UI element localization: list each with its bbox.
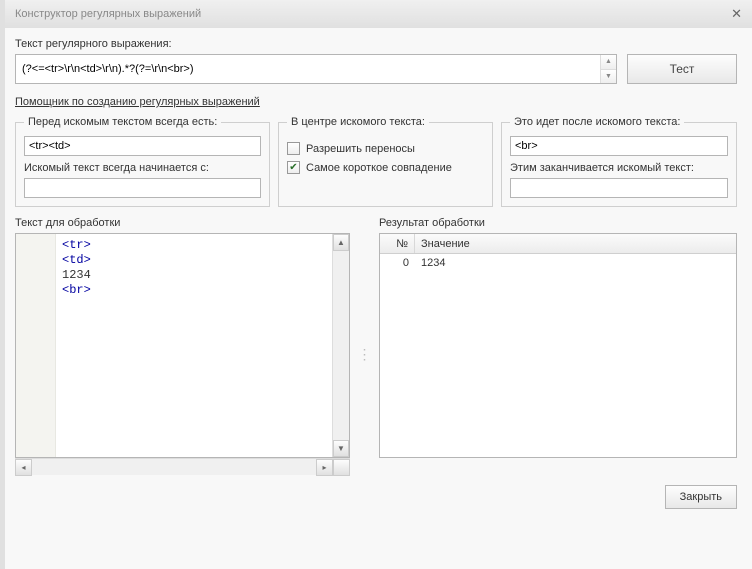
scroll-left-icon[interactable]: ◂ — [15, 459, 32, 476]
spinner-down-icon[interactable]: ▼ — [601, 70, 616, 84]
cell-number: 0 — [380, 254, 415, 272]
col-header-value[interactable]: Значение — [415, 238, 736, 250]
source-editor: <tr><td>1234<br> ▲ ▼ — [15, 233, 350, 458]
help-link[interactable]: Помощник по созданию регулярных выражени… — [15, 96, 737, 108]
center-legend: В центре искомого текста: — [287, 116, 429, 128]
source-textarea[interactable]: <tr><td>1234<br> — [56, 234, 332, 457]
result-grid: № Значение 01234 — [379, 233, 737, 458]
source-line: <tr> — [62, 238, 326, 253]
close-button[interactable]: Закрыть — [665, 485, 737, 509]
editor-gutter — [16, 234, 56, 457]
scroll-up-icon[interactable]: ▲ — [333, 234, 349, 251]
regex-input[interactable] — [16, 55, 600, 83]
after-fieldset: Это идет после искомого текста: Этим зак… — [501, 116, 737, 207]
center-fieldset: В центре искомого текста: Разрешить пере… — [278, 116, 493, 207]
starts-with-input[interactable] — [24, 178, 261, 198]
test-button[interactable]: Тест — [627, 54, 737, 84]
allow-wrap-row: Разрешить переносы — [287, 142, 484, 155]
regex-input-wrap: ▲ ▼ — [15, 54, 617, 84]
scroll-track-h[interactable] — [32, 459, 316, 475]
scroll-down-icon[interactable]: ▼ — [333, 440, 349, 457]
grid-body: 01234 — [380, 254, 736, 457]
ends-with-input[interactable] — [510, 178, 728, 198]
horizontal-scrollbar[interactable]: ◂ ▸ — [15, 458, 350, 475]
scroll-right-icon[interactable]: ▸ — [316, 459, 333, 476]
after-text-input[interactable] — [510, 136, 728, 156]
col-header-number[interactable]: № — [380, 234, 415, 253]
window-title: Конструктор регулярных выражений — [15, 8, 201, 20]
shortest-row: ✔ Самое короткое совпадение — [287, 161, 484, 174]
vertical-scrollbar[interactable]: ▲ ▼ — [332, 234, 349, 457]
before-legend: Перед искомым текстом всегда есть: — [24, 116, 221, 128]
source-line: 1234 — [62, 268, 326, 283]
regex-label: Текст регулярного выражения: — [15, 38, 737, 50]
regex-spinner: ▲ ▼ — [600, 55, 616, 83]
spinner-up-icon[interactable]: ▲ — [601, 55, 616, 70]
scroll-track-v[interactable] — [333, 251, 349, 440]
table-row[interactable]: 01234 — [380, 254, 736, 272]
allow-wrap-label: Разрешить переносы — [306, 143, 415, 155]
titlebar: Конструктор регулярных выражений ✕ — [5, 0, 752, 28]
splitter-handle[interactable]: ⋮ — [360, 233, 369, 475]
source-label: Текст для обработки — [15, 217, 350, 229]
regex-builder-window: Конструктор регулярных выражений ✕ Текст… — [0, 0, 752, 569]
cell-value: 1234 — [415, 257, 736, 269]
shortest-checkbox[interactable]: ✔ — [287, 161, 300, 174]
before-text-input[interactable] — [24, 136, 261, 156]
scroll-corner — [333, 459, 350, 476]
grid-header: № Значение — [380, 234, 736, 254]
shortest-label: Самое короткое совпадение — [306, 162, 452, 174]
source-line: <td> — [62, 253, 326, 268]
result-label: Результат обработки — [379, 217, 485, 229]
ends-with-label: Этим заканчивается искомый текст: — [510, 162, 728, 174]
allow-wrap-checkbox[interactable] — [287, 142, 300, 155]
result-pane: № Значение 01234 — [379, 233, 737, 475]
source-line: <br> — [62, 283, 326, 298]
before-fieldset: Перед искомым текстом всегда есть: Иском… — [15, 116, 270, 207]
source-editor-pane: <tr><td>1234<br> ▲ ▼ ◂ ▸ — [15, 233, 350, 475]
after-legend: Это идет после искомого текста: — [510, 116, 684, 128]
starts-with-label: Искомый текст всегда начинается с: — [24, 162, 261, 174]
close-icon[interactable]: ✕ — [731, 6, 742, 22]
